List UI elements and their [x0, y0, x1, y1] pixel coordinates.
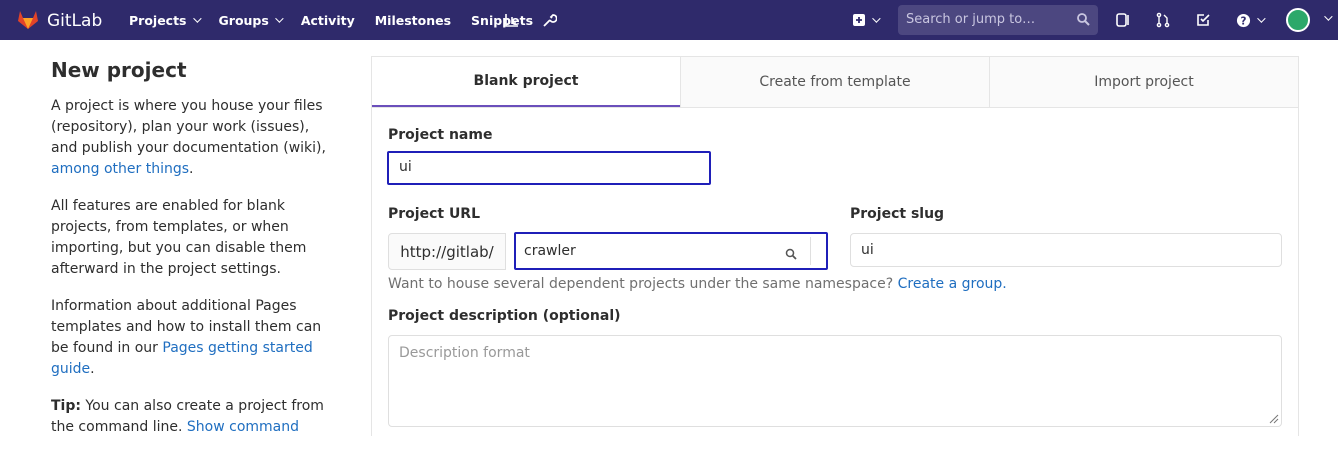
project-intro: New project A project is where you house…: [51, 56, 336, 454]
intro-paragraph-3: Information about additional Pages templ…: [51, 296, 336, 380]
chevron-down-icon: [1256, 14, 1266, 23]
nav-milestones[interactable]: Milestones: [375, 13, 451, 28]
sidebar-panel-icon[interactable]: [1114, 11, 1132, 29]
project-slug-input[interactable]: ui: [850, 233, 1282, 267]
main-nav: Projects Groups Activity Milestones Snip…: [129, 0, 553, 40]
top-navbar: GitLab Projects Groups Activity Mileston…: [0, 0, 1338, 40]
merge-request-icon[interactable]: [1154, 11, 1172, 29]
project-name-label: Project name: [388, 127, 493, 143]
gitlab-home-link[interactable]: GitLab: [16, 7, 102, 35]
namespace-value: crawler: [524, 243, 576, 259]
nav-groups[interactable]: Groups: [218, 12, 284, 28]
search-placeholder: Search or jump to…: [906, 12, 1036, 27]
gitlab-logo-icon: [16, 7, 40, 35]
project-slug-label: Project slug: [850, 206, 945, 222]
among-other-things-link[interactable]: among other things: [51, 161, 189, 177]
project-url-label: Project URL: [388, 206, 481, 222]
project-type-tabs: Blank project Create from template Impor…: [372, 57, 1298, 108]
tab-blank-project[interactable]: Blank project: [372, 57, 680, 107]
new-item-dropdown[interactable]: [848, 11, 882, 29]
plus-square-icon: [853, 14, 865, 26]
svg-text:?: ?: [1240, 15, 1246, 27]
namespace-select[interactable]: crawler: [514, 232, 828, 270]
help-dropdown[interactable]: ?: [1232, 11, 1266, 29]
avatar[interactable]: [1286, 8, 1310, 32]
chart-icon[interactable]: [503, 11, 521, 29]
nav-projects[interactable]: Projects: [129, 12, 202, 28]
tip-paragraph: Tip: You can also create a project from …: [51, 396, 336, 438]
wrench-icon[interactable]: [540, 11, 558, 29]
chevron-down-icon: [274, 14, 284, 23]
search-input[interactable]: Search or jump to…: [898, 5, 1098, 35]
show-command-link[interactable]: Show command: [187, 419, 299, 435]
nav-activity[interactable]: Activity: [301, 13, 355, 28]
namespace-divider: [810, 237, 811, 265]
project-url-prefix: http://gitlab/: [388, 233, 506, 270]
intro-paragraph-2: All features are enabled for blank proje…: [51, 198, 307, 277]
brand-name: GitLab: [47, 11, 103, 31]
project-description-textarea[interactable]: Description format: [388, 335, 1282, 427]
create-group-link[interactable]: Create a group.: [898, 276, 1007, 292]
help-icon: ?: [1236, 13, 1250, 27]
project-name-input[interactable]: ui: [387, 151, 711, 185]
chevron-down-icon: [872, 14, 881, 23]
todo-check-icon[interactable]: [1194, 11, 1212, 29]
search-icon: [1076, 12, 1090, 30]
chevron-down-icon[interactable]: [1324, 12, 1333, 21]
nav-groups-label: Groups: [218, 12, 269, 28]
resize-handle-icon[interactable]: [1267, 412, 1279, 424]
tab-create-from-template[interactable]: Create from template: [680, 57, 989, 107]
intro-p1-text: A project is where you house your files …: [51, 98, 326, 156]
page-title: New project: [51, 58, 187, 82]
tab-import-project[interactable]: Import project: [989, 57, 1298, 107]
nav-projects-label: Projects: [129, 12, 187, 28]
search-icon: [785, 248, 797, 264]
namespace-help-text: Want to house several dependent projects…: [388, 276, 1007, 292]
tip-label: Tip:: [51, 398, 81, 414]
chevron-down-icon: [192, 14, 202, 23]
intro-paragraph-1: A project is where you house your files …: [51, 96, 336, 180]
project-description-label: Project description (optional): [388, 308, 621, 324]
help-text: Want to house several dependent projects…: [388, 276, 894, 292]
intro-p1-end: .: [189, 161, 194, 177]
description-placeholder: Description format: [399, 345, 530, 361]
intro-p3-end: .: [90, 361, 95, 377]
